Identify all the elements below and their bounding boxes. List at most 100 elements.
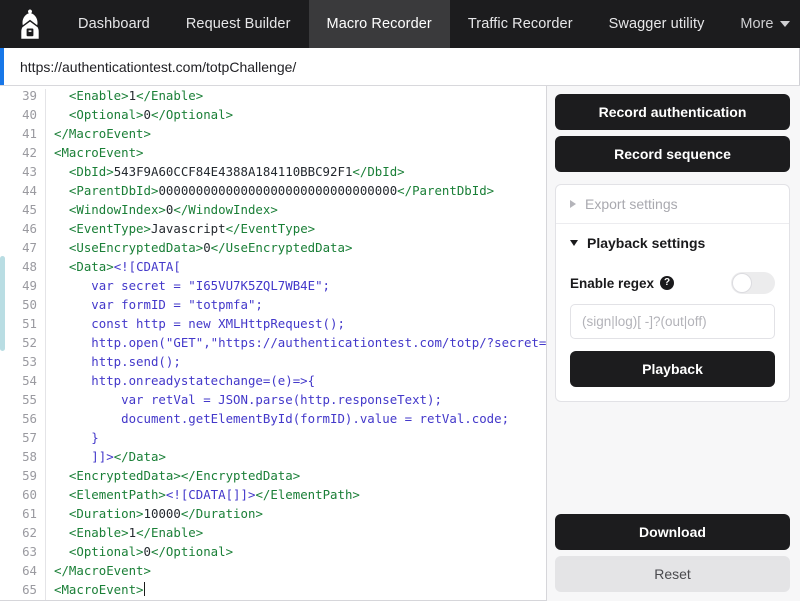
code-token: Javascript xyxy=(150,221,226,236)
line-number: 60 xyxy=(22,487,37,502)
enable-regex-label: Enable regex xyxy=(570,275,655,291)
line-number: 54 xyxy=(22,373,37,388)
playback-settings-accordion[interactable]: Playback settings xyxy=(556,223,789,262)
reset-button[interactable]: Reset xyxy=(555,556,790,592)
code-token: <EventType> xyxy=(54,221,151,236)
code-line[interactable]: <Optional>0</Optional> xyxy=(54,542,546,561)
line-number: 45 xyxy=(22,202,37,217)
regex-input[interactable] xyxy=(570,304,775,339)
code-line[interactable]: const http = new XMLHttpRequest(); xyxy=(54,314,546,333)
line-number: 50 xyxy=(22,297,37,312)
code-line[interactable]: document.getElementById(formID).value = … xyxy=(54,409,546,428)
nav-tab-request-builder[interactable]: Request Builder xyxy=(168,0,309,48)
line-number: 47 xyxy=(22,240,37,255)
url-bar[interactable] xyxy=(4,48,800,85)
xml-code-editor[interactable]: 39 40 41 42 43 44 45 46 47 48 49 50 51 52 53 54 55 56 57 58… xyxy=(0,86,547,601)
code-line[interactable]: <Duration>10000</Duration> xyxy=(54,504,546,523)
nav-tab-dashboard[interactable]: Dashboard xyxy=(60,0,168,48)
playback-settings-body: Enable regex ? Playback xyxy=(556,262,789,401)
record-sequence-button[interactable]: Record sequence xyxy=(555,136,790,172)
nav-tab-traffic-recorder[interactable]: Traffic Recorder xyxy=(450,0,591,48)
line-number: 48 xyxy=(22,259,37,274)
editor-scrollbar-left[interactable] xyxy=(0,86,5,600)
code-token: const http = new XMLHttpRequest(); xyxy=(54,316,345,331)
code-line[interactable]: <EventType>Javascript</EventType> xyxy=(54,219,546,238)
code-token: } xyxy=(54,430,99,445)
record-authentication-button[interactable]: Record authentication xyxy=(555,94,790,130)
code-token: <WindowIndex> xyxy=(54,202,166,217)
code-token: var formID = "totpmfa"; xyxy=(54,297,263,312)
code-line[interactable]: <EncryptedData></EncryptedData> xyxy=(54,466,546,485)
nav-tab-list: Dashboard Request Builder Macro Recorder… xyxy=(60,0,722,48)
code-token: http.onreadystatechange=(e)=>{ xyxy=(54,373,316,388)
code-line[interactable]: <MacroEvent> xyxy=(54,143,546,162)
code-token: http.send(); xyxy=(54,354,181,369)
code-line[interactable]: var retVal = JSON.parse(http.responseTex… xyxy=(54,390,546,409)
nav-tab-swagger-utility[interactable]: Swagger utility xyxy=(591,0,723,48)
settings-card: Export settings Playback settings Enable… xyxy=(555,184,790,402)
code-token: <DbId> xyxy=(54,164,114,179)
editor-scrollbar-right[interactable] xyxy=(540,86,546,600)
code-token: </Optional> xyxy=(151,544,234,559)
code-line[interactable]: <MacroEvent> xyxy=(54,580,546,599)
code-line[interactable]: http.onreadystatechange=(e)=>{ xyxy=(54,371,546,390)
enable-regex-label-group: Enable regex ? xyxy=(570,275,675,291)
app-logo[interactable] xyxy=(0,0,60,48)
line-number: 63 xyxy=(22,544,37,559)
bottom-button-group: Download Reset xyxy=(555,514,790,601)
enable-regex-toggle[interactable] xyxy=(731,272,775,294)
code-token: </Enable> xyxy=(136,525,204,540)
code-line[interactable]: <Data><![CDATA[ xyxy=(54,257,546,276)
code-token: <MacroEvent> xyxy=(54,582,144,597)
download-button[interactable]: Download xyxy=(555,514,790,550)
url-input[interactable] xyxy=(20,58,799,75)
code-token: </Enable> xyxy=(136,88,204,103)
code-token: 1 xyxy=(128,525,137,540)
code-token: <MacroEvent> xyxy=(54,145,144,160)
macro-recorder-app: Dashboard Request Builder Macro Recorder… xyxy=(0,0,800,601)
code-line[interactable]: </MacroEvent> xyxy=(54,561,546,580)
code-line[interactable]: ]]></Data> xyxy=(54,447,546,466)
code-line[interactable]: <WindowIndex>0</WindowIndex> xyxy=(54,200,546,219)
code-line[interactable]: <Enable>1</Enable> xyxy=(54,523,546,542)
code-line[interactable]: var secret = "I65VU7K5ZQL7WB4E"; xyxy=(54,276,546,295)
code-token: </ElementPath> xyxy=(255,487,360,502)
panel-spacer xyxy=(555,402,790,514)
code-line[interactable]: <Optional>0</Optional> xyxy=(54,105,546,124)
code-line[interactable]: <ParentDbId>0000000000000000000000000000… xyxy=(54,181,546,200)
triangle-right-icon xyxy=(570,200,576,208)
code-line[interactable]: var formID = "totpmfa"; xyxy=(54,295,546,314)
line-number: 43 xyxy=(22,164,37,179)
line-number: 57 xyxy=(22,430,37,445)
code-token: <EncryptedData></EncryptedData> xyxy=(54,468,301,483)
code-token: <Data> xyxy=(54,259,114,274)
line-number: 61 xyxy=(22,506,37,521)
code-token: http.open("GET","https://authenticationt… xyxy=(91,335,546,350)
code-token: 00000000000000000000000000000000 xyxy=(158,183,398,198)
top-navbar: Dashboard Request Builder Macro Recorder… xyxy=(0,0,800,48)
line-number: 64 xyxy=(22,563,37,578)
nav-tab-label: Swagger utility xyxy=(608,16,705,32)
line-number: 40 xyxy=(22,107,37,122)
code-line[interactable]: </MacroEvent> xyxy=(54,124,546,143)
help-question-icon[interactable]: ? xyxy=(660,276,675,290)
editor-code-content[interactable]: <Enable>1</Enable> <Optional>0</Optional… xyxy=(46,86,546,600)
line-number: 58 xyxy=(22,449,37,464)
code-line[interactable]: <DbId>543F9A60CCF84E4388A184110BBC92F1</… xyxy=(54,162,546,181)
code-line[interactable]: } xyxy=(54,428,546,447)
scrollbar-thumb[interactable] xyxy=(0,256,5,351)
playback-button[interactable]: Playback xyxy=(570,351,775,387)
export-settings-accordion[interactable]: Export settings xyxy=(556,185,789,223)
code-line[interactable]: <UseEncryptedData>0</UseEncryptedData> xyxy=(54,238,546,257)
line-number: 65 xyxy=(22,582,37,597)
code-token: ]]> xyxy=(54,449,114,464)
code-line[interactable]: http.send(); xyxy=(54,352,546,371)
nav-more-menu[interactable]: More xyxy=(722,0,800,48)
enable-regex-row: Enable regex ? xyxy=(570,266,775,304)
nav-tab-label: Macro Recorder xyxy=(326,16,432,32)
code-line[interactable]: http.open("GET","https://authenticationt… xyxy=(54,333,546,352)
text-cursor xyxy=(143,582,145,596)
code-token: </MacroEvent> xyxy=(54,563,151,578)
code-line[interactable]: <ElementPath><![CDATA[]]></ElementPath> xyxy=(54,485,546,504)
nav-tab-macro-recorder[interactable]: Macro Recorder xyxy=(308,0,450,48)
